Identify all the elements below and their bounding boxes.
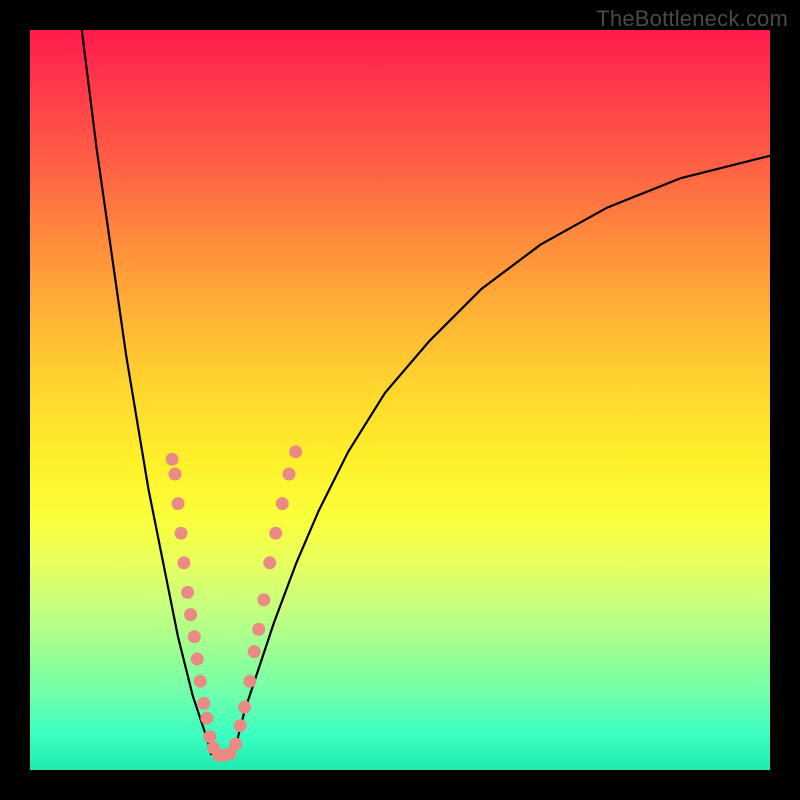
data-dot [169, 468, 182, 481]
data-dot [177, 556, 190, 569]
data-dot [200, 712, 213, 725]
data-dot [252, 623, 265, 636]
data-dot [238, 701, 251, 714]
data-dot [175, 527, 188, 540]
data-dot [257, 593, 270, 606]
data-dot [203, 730, 216, 743]
curve-left [82, 30, 212, 755]
data-dot [248, 645, 261, 658]
data-dot [234, 719, 247, 732]
data-dot [289, 445, 302, 458]
data-dot [197, 697, 210, 710]
curve-right [234, 156, 771, 755]
data-dot [191, 653, 204, 666]
data-dot [184, 608, 197, 621]
chart-frame [30, 30, 770, 770]
data-dot [269, 527, 282, 540]
data-dot [181, 586, 194, 599]
data-dot [276, 497, 289, 510]
data-dot [194, 675, 207, 688]
watermark-text: TheBottleneck.com [596, 6, 788, 32]
data-dot [283, 468, 296, 481]
data-dot [188, 630, 201, 643]
data-dot [243, 675, 256, 688]
data-dot [172, 497, 185, 510]
data-dot [263, 556, 276, 569]
data-dot [229, 738, 242, 751]
bottleneck-chart [30, 30, 770, 770]
data-dot [166, 453, 179, 466]
